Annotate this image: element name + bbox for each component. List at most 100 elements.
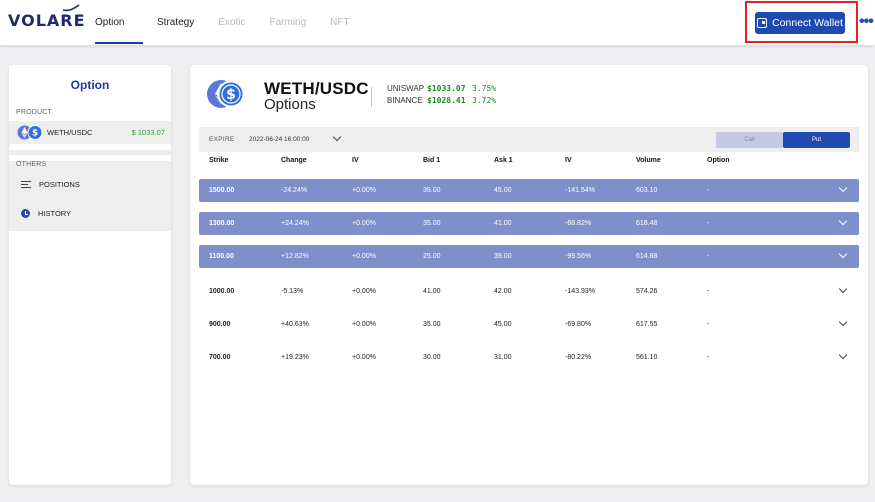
quote-binance: BINANCE $1028.41 3.72% <box>387 96 496 105</box>
option-cell: - <box>707 253 710 260</box>
sidebar-item-label: HISTORY <box>38 209 72 218</box>
exchange-price: $1033.07 <box>427 84 466 93</box>
tab-exotic[interactable]: Exotic <box>218 0 245 45</box>
change-cell: -24.24% <box>281 187 308 194</box>
table-row[interactable]: 1100.00 +12.82% +0.00% 25.00 39.00 -99.5… <box>199 245 859 268</box>
option-cell: - <box>707 321 710 328</box>
option-cell: - <box>707 187 710 194</box>
change-cell: +19.23% <box>281 354 309 361</box>
volare-logo[interactable]: VOLARE <box>8 11 86 30</box>
expire-chevron-down-icon[interactable] <box>332 132 342 142</box>
iv-cell: +0.00% <box>352 354 376 361</box>
options-panel: $ WETH/USDC Options UNISWAP $1033.07 3.7… <box>190 65 868 485</box>
connect-wallet-button[interactable]: Connect Wallet <box>755 12 845 34</box>
tab-strategy[interactable]: Strategy <box>157 0 194 45</box>
weth-usdc-large-icon: $ <box>207 80 245 108</box>
column-header-bid: Bid 1 <box>423 157 441 164</box>
exchange-change: 3.72% <box>472 96 497 105</box>
strike-cell: 1000.00 <box>209 288 235 295</box>
top-navbar: VOLARE Option Strategy Exotic Farming NF… <box>0 0 875 45</box>
strike-cell: 700.00 <box>209 354 231 361</box>
pair-subtitle: Options <box>264 96 316 113</box>
strike-cell: 1500.00 <box>209 187 235 194</box>
volume-cell: 618.48 <box>636 220 658 227</box>
iv2-cell: -141.54% <box>565 187 595 194</box>
sidebar-item-weth-usdc[interactable]: $ WETH/USDC $ 1033.07 <box>9 121 171 144</box>
sidebar: Option PRODUCT $ WETH/USDC $ 1033.07 OTH… <box>9 65 171 485</box>
table-row[interactable]: 1000.00 -5.13% +0.00% 41.00 42.00 -143.9… <box>199 280 859 303</box>
sidebar-item-history[interactable]: HISTORY <box>21 209 71 218</box>
tab-farming[interactable]: Farming <box>269 0 306 45</box>
ask-cell: 41.00 <box>494 220 512 227</box>
change-cell: +12.82% <box>281 253 309 260</box>
table-row[interactable]: 1300.00 +24.24% +0.00% 35.00 41.00 -68.8… <box>199 212 859 235</box>
exchange-name: BINANCE <box>387 96 423 105</box>
iv-cell: +0.00% <box>352 288 376 295</box>
bid-cell: 41.00 <box>423 288 441 295</box>
iv-cell: +0.00% <box>352 187 376 194</box>
call-put-toggle: Call Put <box>716 132 850 148</box>
iv-cell: +0.00% <box>352 220 376 227</box>
sidebar-pair-name: WETH/USDC <box>47 128 93 137</box>
bid-cell: 35.00 <box>423 321 441 328</box>
exchange-price: $1028.41 <box>427 96 466 105</box>
bid-cell: 25.00 <box>423 253 441 260</box>
sidebar-others-section: OTHERS POSITIONS HISTORY <box>9 161 171 231</box>
ask-cell: 31.00 <box>494 354 512 361</box>
table-row[interactable]: 700.00 +19.23% +0.00% 30.00 31.00 -80.22… <box>199 346 859 369</box>
sidebar-item-label: POSITIONS <box>39 180 80 189</box>
bid-cell: 35.00 <box>423 220 441 227</box>
product-section-label: PRODUCT <box>16 109 53 116</box>
svg-text:$: $ <box>32 129 38 139</box>
weth-usdc-pair-icon: $ <box>17 125 43 140</box>
header-divider <box>371 87 372 107</box>
sidebar-item-positions[interactable]: POSITIONS <box>21 180 80 189</box>
clock-icon <box>21 209 30 218</box>
iv2-cell: -99.56% <box>565 253 592 260</box>
main-nav: Option Strategy Exotic Farming NFT <box>95 0 374 45</box>
iv2-cell: -68.82% <box>565 220 592 227</box>
volume-cell: 574.26 <box>636 288 658 295</box>
table-row[interactable]: 900.00 +40.63% +0.00% 35.00 45.00 -69.80… <box>199 313 859 336</box>
table-row[interactable]: 1500.00 -24.24% +0.00% 39.00 45.00 -141.… <box>199 179 859 202</box>
iv2-cell: -80.22% <box>565 354 592 361</box>
expire-label: EXPIRE <box>209 136 235 143</box>
list-icon <box>21 181 31 188</box>
tab-nft[interactable]: NFT <box>330 0 349 45</box>
put-toggle-button[interactable]: Put <box>783 132 850 148</box>
iv-cell: +0.00% <box>352 253 376 260</box>
iv2-cell: -69.80% <box>565 321 592 328</box>
ask-cell: 39.00 <box>494 253 512 260</box>
call-toggle-button[interactable]: Call <box>716 132 783 148</box>
change-cell: +24.24% <box>281 220 309 227</box>
quote-uniswap: UNISWAP $1033.07 3.75% <box>387 84 496 93</box>
sidebar-divider <box>9 150 171 155</box>
option-cell: - <box>707 288 710 295</box>
exchange-change: 3.75% <box>472 84 497 93</box>
change-cell: +40.63% <box>281 321 309 328</box>
others-section-label: OTHERS <box>16 161 47 168</box>
more-menu-icon[interactable]: ••• <box>859 13 874 31</box>
bid-cell: 39.00 <box>423 187 441 194</box>
exchange-name: UNISWAP <box>387 84 425 93</box>
column-header-option: Option <box>707 157 730 164</box>
iv-cell: +0.00% <box>352 321 376 328</box>
option-cell: - <box>707 220 710 227</box>
tab-option[interactable]: Option <box>95 0 143 45</box>
sidebar-pair-price: $ 1033.07 <box>131 128 165 137</box>
expire-select[interactable]: 2022-06-24 16:00:00 <box>249 136 309 143</box>
logo-swoosh-icon <box>62 4 80 12</box>
ask-cell: 42.00 <box>494 288 512 295</box>
column-header-volume: Volume <box>636 157 661 164</box>
column-header-ask: Ask 1 <box>494 157 513 164</box>
volume-cell: 561.10 <box>636 354 658 361</box>
column-header-change: Change <box>281 157 307 164</box>
sidebar-title: Option <box>70 78 110 92</box>
column-header-iv: IV <box>352 157 359 164</box>
strike-cell: 1300.00 <box>209 220 235 227</box>
connect-wallet-highlight: Connect Wallet <box>745 1 858 43</box>
column-header-strike: Strike <box>209 157 229 164</box>
iv2-cell: -143.93% <box>565 288 595 295</box>
expire-bar: EXPIRE 2022-06-24 16:00:00 Call Put <box>199 127 859 152</box>
connect-wallet-label: Connect Wallet <box>772 17 843 29</box>
